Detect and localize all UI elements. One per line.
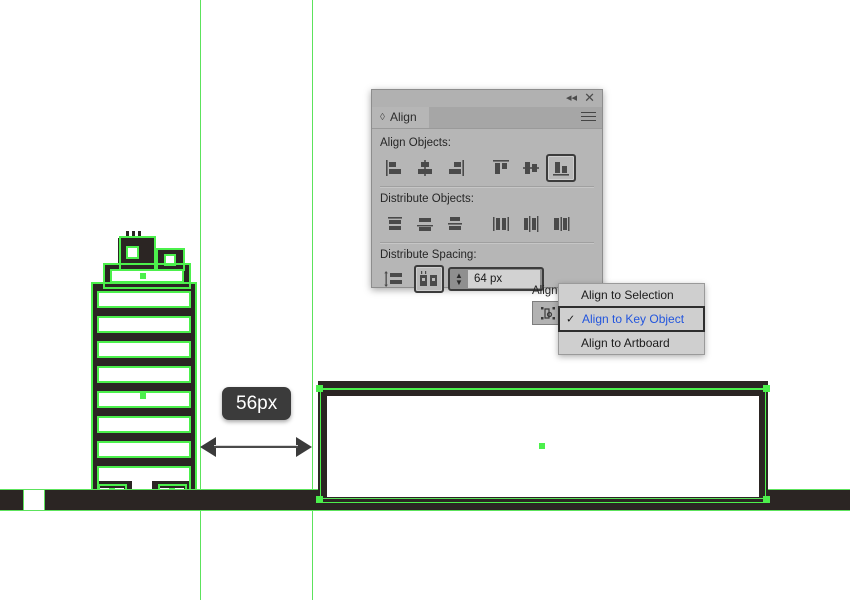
panel-body: Align Objects: Distribute Objects: Distr… (372, 129, 602, 325)
align-objects-buttons[interactable] (380, 153, 594, 183)
handle-bottom-left[interactable] (316, 496, 323, 503)
menu-item-align-to-artboard[interactable]: Align to Artboard (559, 332, 704, 354)
vertical-distribute-spacing-button[interactable] (380, 265, 410, 293)
ground-gap-edge-left (23, 489, 24, 511)
align-panel[interactable]: ◂◂ ✕ ◊ Align Align Objects: Distribute O… (371, 89, 603, 325)
anchor-point-rectangle-center[interactable] (539, 443, 545, 449)
panel-menu-icon[interactable] (581, 112, 596, 124)
panel-titlebar[interactable]: ◂◂ ✕ (372, 90, 602, 107)
anchor-point-penthouse[interactable] (140, 273, 146, 279)
measure-arrow-right-icon (296, 437, 312, 457)
divider-1 (380, 186, 594, 188)
horizontal-align-right-button[interactable] (440, 154, 470, 182)
measure-arrow-line (214, 445, 298, 448)
spacing-value-input[interactable]: 64 px (468, 270, 540, 288)
horizontal-align-left-button[interactable] (380, 154, 410, 182)
check-icon: ✓ (566, 313, 576, 326)
horizontal-distribute-spacing-button[interactable] (414, 265, 444, 293)
horizontal-distribute-center-button[interactable] (516, 210, 546, 238)
tab-align[interactable]: ◊ Align (372, 107, 429, 128)
handle-top-left[interactable] (316, 385, 323, 392)
panel-collapse-icon[interactable]: ◂◂ (566, 92, 577, 104)
ground-gap-edge-right (44, 489, 45, 511)
rectangle-guide-bottom (318, 498, 770, 499)
align-to-key-object-icon (541, 306, 556, 319)
vertical-align-center-button[interactable] (516, 154, 546, 182)
stepper-down-icon[interactable]: ▼ (455, 279, 463, 287)
editor-canvas[interactable]: 56px ◂◂ ✕ ◊ Align Align Objects: Distrib… (0, 0, 850, 600)
selection-outline-floor-3 (97, 341, 191, 358)
vertical-distribute-center-button[interactable] (410, 210, 440, 238)
selection-outline-roof-window-small (164, 254, 176, 266)
spacing-measurement-badge: 56px (222, 387, 292, 420)
menu-item-align-to-key-object-label: Align to Key Object (582, 312, 685, 326)
align-to-dropdown-menu[interactable]: Align to Selection ✓ Align to Key Object… (558, 283, 705, 355)
ground-gap (23, 490, 45, 510)
panel-tab-row[interactable]: ◊ Align (372, 107, 602, 129)
anchor-point-building-center[interactable] (140, 393, 146, 399)
menu-item-align-to-key-object[interactable]: ✓ Align to Key Object (558, 306, 705, 332)
handle-bottom-right[interactable] (763, 496, 770, 503)
menu-item-align-to-artboard-label: Align to Artboard (581, 336, 670, 350)
menu-item-align-to-selection-label: Align to Selection (581, 288, 674, 302)
distribute-objects-buttons[interactable] (380, 209, 594, 239)
distribute-objects-label: Distribute Objects: (380, 193, 474, 205)
vertical-align-bottom-button[interactable] (546, 154, 576, 182)
tab-diamond-icon: ◊ (380, 112, 385, 123)
vertical-distribute-top-button[interactable] (380, 210, 410, 238)
horizontal-distribute-left-button[interactable] (486, 210, 516, 238)
horizontal-align-center-button[interactable] (410, 154, 440, 182)
spacing-value-field[interactable]: ▲ ▼ 64 px (448, 267, 544, 291)
divider-2 (380, 242, 594, 244)
handle-top-right[interactable] (763, 385, 770, 392)
spacing-stepper[interactable]: ▲ ▼ (450, 272, 468, 287)
tab-align-label: Align (389, 110, 417, 124)
distribute-spacing-label: Distribute Spacing: (380, 249, 477, 261)
menu-item-align-to-selection[interactable]: Align to Selection (559, 284, 704, 306)
selection-outline-floor-6 (97, 416, 191, 433)
selection-outline-floor-7 (97, 441, 191, 458)
selection-outline-floor-2 (97, 316, 191, 333)
vertical-distribute-bottom-button[interactable] (440, 210, 470, 238)
selection-outline-penthouse-window (110, 269, 184, 283)
selection-outline-floor-1 (97, 291, 191, 308)
ground-guide-bottom (0, 510, 850, 511)
align-objects-label: Align Objects: (380, 137, 451, 149)
vertical-align-top-button[interactable] (486, 154, 516, 182)
horizontal-distribute-right-button[interactable] (546, 210, 576, 238)
panel-close-icon[interactable]: ✕ (584, 91, 595, 104)
selection-outline-floor-4 (97, 366, 191, 383)
selection-outline-roof-window-large (126, 246, 139, 259)
